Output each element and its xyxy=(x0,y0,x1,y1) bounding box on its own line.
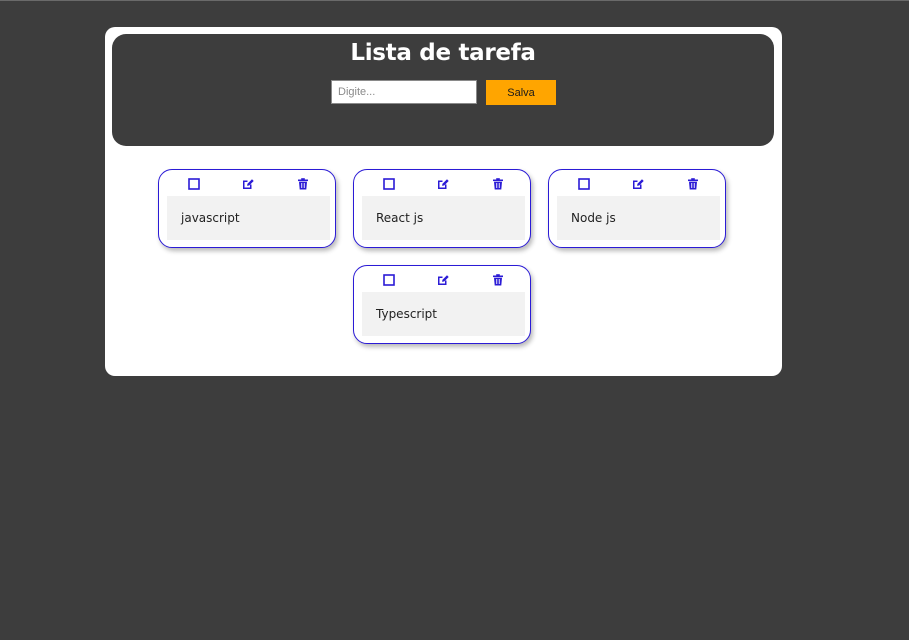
trash-icon[interactable] xyxy=(491,273,505,287)
task-body: Typescript xyxy=(362,292,525,336)
task-input[interactable] xyxy=(331,80,477,104)
checkbox-icon[interactable] xyxy=(577,177,591,191)
task-body: Node js xyxy=(557,196,720,240)
checkbox-icon[interactable] xyxy=(382,273,396,287)
task-actions xyxy=(549,177,725,191)
checkbox-icon[interactable] xyxy=(382,177,396,191)
page-title: Lista de tarefa xyxy=(350,40,536,66)
task-card: javascript xyxy=(158,169,336,248)
task-body: javascript xyxy=(167,196,330,240)
edit-icon[interactable] xyxy=(436,177,450,191)
save-button[interactable]: Salva xyxy=(486,80,556,105)
header-panel: Lista de tarefa Salva xyxy=(112,34,774,146)
window-top-border xyxy=(0,0,909,1)
task-text: Node js xyxy=(571,211,616,225)
edit-icon[interactable] xyxy=(631,177,645,191)
task-text: Typescript xyxy=(376,307,438,321)
task-text: React js xyxy=(376,211,424,225)
trash-icon[interactable] xyxy=(491,177,505,191)
task-actions xyxy=(159,177,335,191)
task-card: Node js xyxy=(548,169,726,248)
task-actions xyxy=(354,273,530,287)
checkbox-icon[interactable] xyxy=(187,177,201,191)
edit-icon[interactable] xyxy=(241,177,255,191)
edit-icon[interactable] xyxy=(436,273,450,287)
task-card: React js xyxy=(353,169,531,248)
task-actions xyxy=(354,177,530,191)
trash-icon[interactable] xyxy=(296,177,310,191)
todo-app-card: Lista de tarefa Salva javascript xyxy=(105,27,782,376)
task-text: javascript xyxy=(181,211,240,225)
task-body: React js xyxy=(362,196,525,240)
task-card: Typescript xyxy=(353,265,531,344)
trash-icon[interactable] xyxy=(686,177,700,191)
